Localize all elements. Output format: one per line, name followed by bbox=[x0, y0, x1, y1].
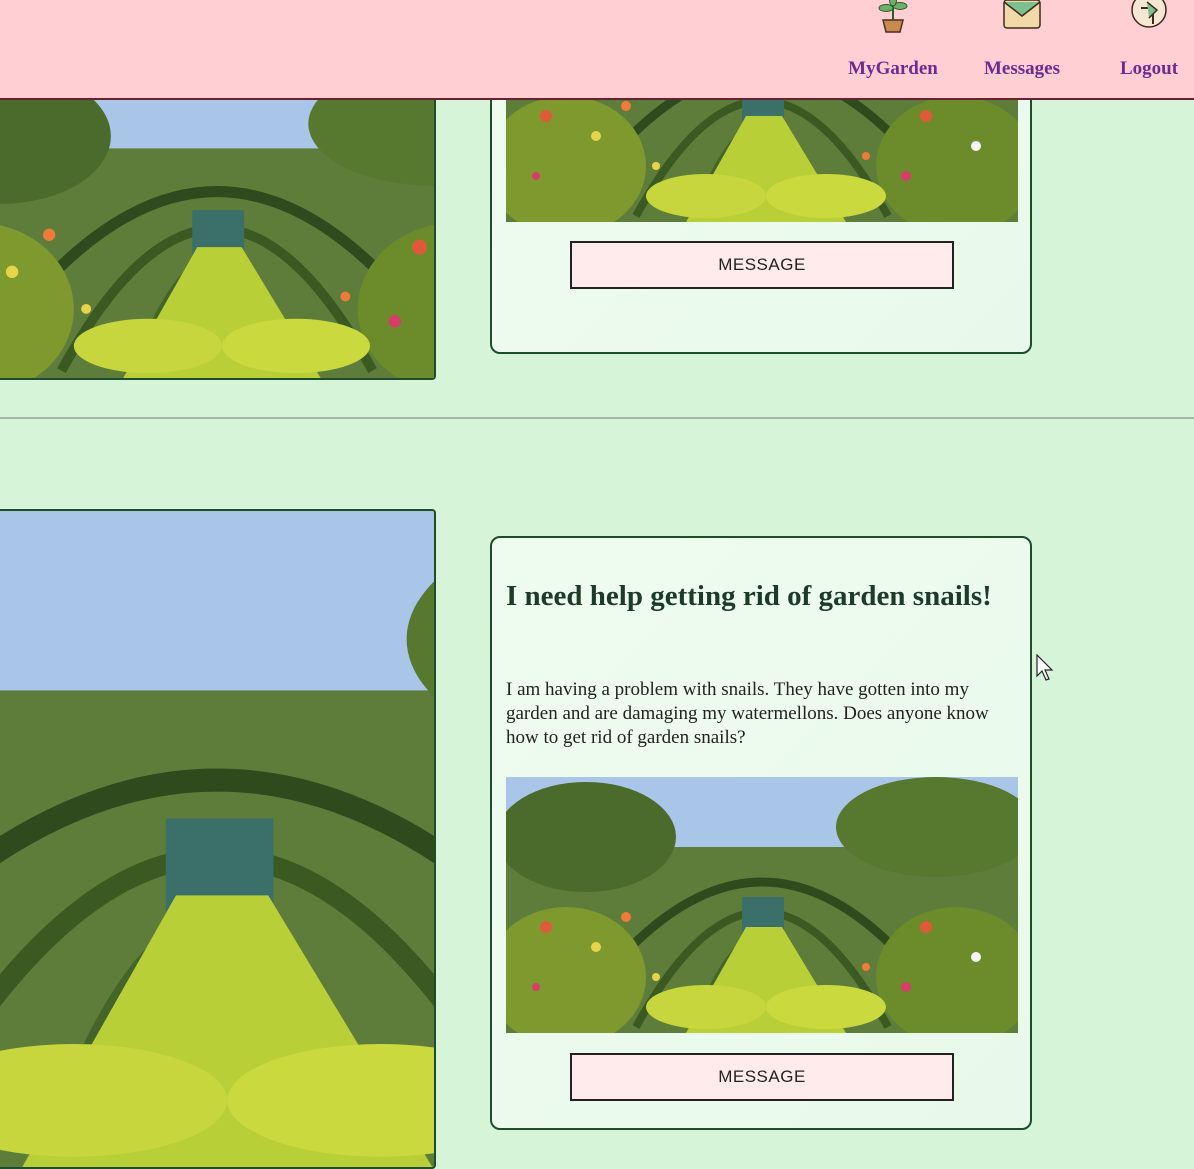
nav-messages-link[interactable]: Messages bbox=[966, 0, 1078, 98]
post-photo-large bbox=[0, 509, 436, 1169]
nav-messages-label: Messages bbox=[984, 58, 1060, 79]
envelope-icon bbox=[1003, 0, 1041, 29]
door-exit-icon bbox=[1131, 0, 1167, 28]
nav-logout-link[interactable]: Logout bbox=[1104, 0, 1194, 98]
nav-mygarden-label: MyGarden bbox=[848, 58, 938, 79]
mouse-cursor-icon bbox=[1036, 654, 1054, 681]
post-card: I need help getting rid of garden snails… bbox=[490, 536, 1032, 1130]
message-button[interactable]: MESSAGE bbox=[570, 1053, 954, 1101]
top-navigation-bar: MyGarden Messages Logout bbox=[0, 0, 1194, 100]
post-photo bbox=[506, 777, 1018, 1033]
nav-mygarden-link[interactable]: MyGarden bbox=[834, 0, 952, 98]
post-body: I am having a problem with snails. They … bbox=[506, 679, 989, 748]
potted-plant-icon bbox=[878, 0, 908, 33]
post-photo-large bbox=[0, 60, 436, 380]
post-divider bbox=[0, 417, 1194, 419]
post-title: I need help getting rid of garden snails… bbox=[506, 580, 992, 612]
nav-logout-label: Logout bbox=[1119, 58, 1179, 79]
message-button[interactable]: MESSAGE bbox=[570, 241, 954, 289]
